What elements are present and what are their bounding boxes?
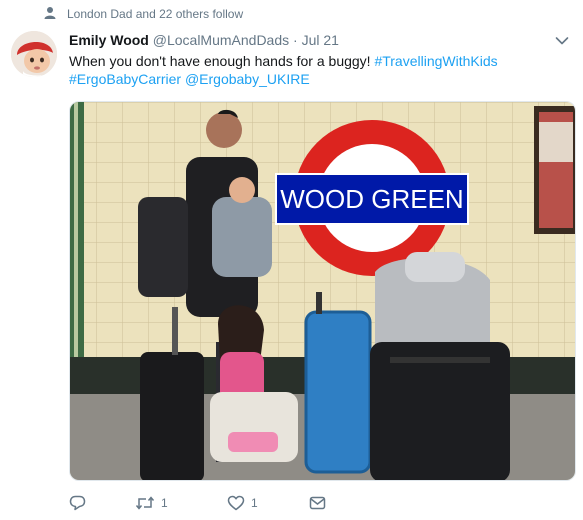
mention-ergobaby[interactable]: @Ergobaby_UKIRE: [185, 71, 310, 87]
retweet-count: 1: [161, 496, 168, 510]
person-icon: [44, 7, 56, 19]
tweet-photo[interactable]: WOOD GREEN: [69, 101, 576, 481]
photo-illustration: WOOD GREEN: [70, 102, 575, 480]
tweet-text-line-1: When you don't have enough hands for a b…: [69, 52, 569, 70]
tweet-text-line-2: #ErgoBabyCarrier @Ergobaby_UKIRE: [69, 70, 569, 88]
tweet-header: Emily Wood @LocalMumAndDads · Jul 21: [69, 31, 567, 49]
display-name[interactable]: Emily Wood: [69, 32, 149, 48]
retweet-icon: [135, 496, 155, 510]
social-context: London Dad and 22 others follow: [44, 6, 243, 21]
chevron-down-icon[interactable]: [555, 36, 569, 46]
reply-icon: [69, 495, 86, 511]
heart-icon: [227, 495, 245, 511]
envelope-icon: [309, 496, 326, 510]
tweet-text: When you don't have enough hands for a b…: [69, 52, 569, 88]
hashtag-travelling-with-kids[interactable]: #TravellingWithKids: [374, 53, 497, 69]
hashtag-ergo-baby-carrier[interactable]: #ErgoBabyCarrier: [69, 71, 181, 87]
like-count: 1: [251, 496, 258, 510]
tweet-actions: 1 1: [69, 493, 332, 513]
avatar-image: [11, 31, 57, 77]
roundel-sign-text: WOOD GREEN: [280, 184, 463, 214]
retweet-button[interactable]: 1: [135, 496, 227, 510]
separator-dot: ·: [293, 32, 298, 48]
user-handle[interactable]: @LocalMumAndDads: [153, 32, 289, 48]
reply-button[interactable]: [69, 495, 135, 511]
direct-message-button[interactable]: [309, 496, 332, 510]
social-context-text[interactable]: London Dad and 22 others follow: [67, 7, 243, 21]
avatar[interactable]: [11, 31, 57, 77]
tweet-timestamp[interactable]: Jul 21: [302, 32, 339, 48]
tweet-body: When you don't have enough hands for a b…: [69, 53, 371, 69]
like-button[interactable]: 1: [227, 495, 309, 511]
